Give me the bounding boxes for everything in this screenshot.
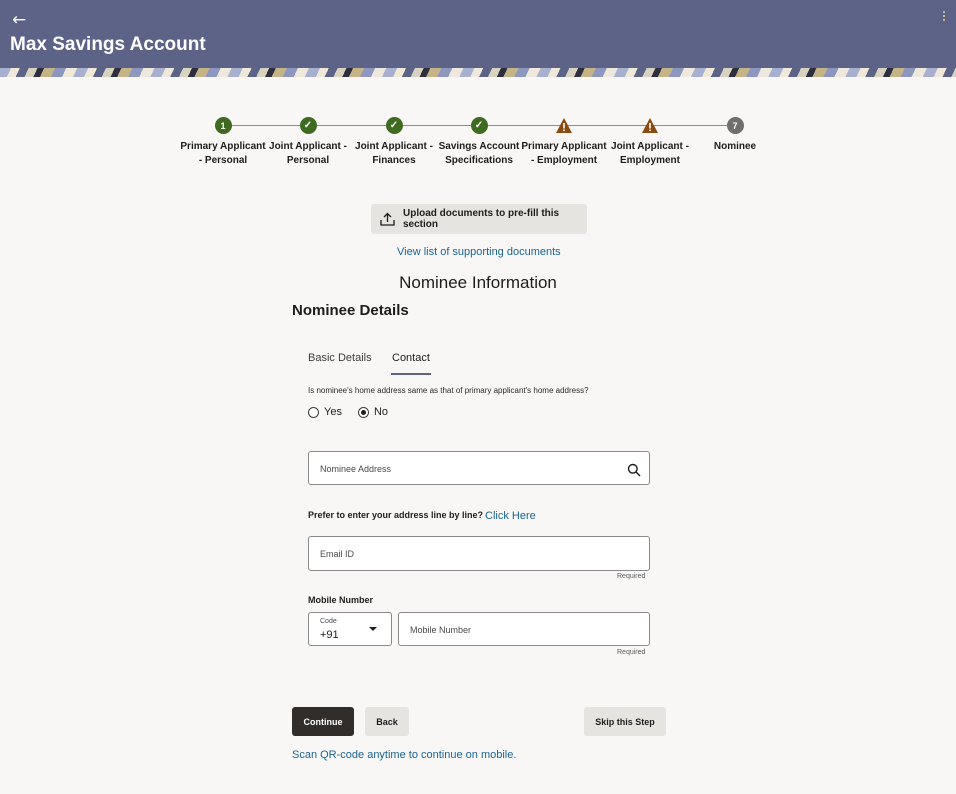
step-label: Primary Applicant - Personal <box>180 141 266 166</box>
section-subtitle: Nominee Details <box>292 302 409 319</box>
step-number-icon: 7 <box>726 117 744 134</box>
address-line-prompt: Prefer to enter your address line by lin… <box>308 510 484 520</box>
mobile-number-label: Mobile Number <box>308 595 374 605</box>
back-button[interactable]: Back <box>365 707 409 736</box>
check-icon: ✓ <box>299 117 317 134</box>
mobile-number-input[interactable]: Mobile Number <box>398 612 650 646</box>
step-label: Savings Account Specifications <box>438 141 520 166</box>
mobile-required-hint: Required <box>617 649 646 656</box>
warning-icon <box>641 117 659 134</box>
step-joint-personal[interactable]: ✓ Joint Applicant - Personal <box>263 116 353 168</box>
app-header: ← Max Savings Account <box>0 0 956 68</box>
upload-icon <box>380 212 395 226</box>
step-label: Joint Applicant - Employment <box>611 141 689 166</box>
step-primary-personal[interactable]: 1 Primary Applicant - Personal <box>178 116 268 168</box>
email-required-hint: Required <box>617 573 646 580</box>
click-here-link[interactable]: Click Here <box>485 510 536 522</box>
caret-down-icon <box>369 627 377 631</box>
radio-no-label: No <box>373 406 389 418</box>
back-arrow-icon[interactable]: ← <box>12 10 26 30</box>
section-title: Nominee Information <box>399 273 557 292</box>
radio-checked-icon <box>357 406 369 418</box>
step-nominee[interactable]: 7 Nominee <box>690 116 780 154</box>
nominee-address-input[interactable]: Nominee Address <box>308 451 650 485</box>
radio-yes-label: Yes <box>324 406 342 418</box>
radio-yes[interactable]: Yes <box>308 406 342 418</box>
warning-icon <box>555 117 573 134</box>
active-tab-indicator <box>391 373 431 375</box>
radio-no[interactable]: No <box>357 406 389 418</box>
nominee-address-placeholder: Nominee Address <box>320 464 392 474</box>
decorative-banner <box>0 68 956 77</box>
upload-label: Upload documents to pre-fill this sectio… <box>403 208 560 230</box>
step-label: Primary Applicant - Employment <box>521 141 607 166</box>
tab-basic-details[interactable]: Basic Details <box>308 352 372 364</box>
supporting-documents-link[interactable]: View list of supporting documents <box>397 246 561 258</box>
code-value: +91 <box>320 629 339 641</box>
address-same-question: Is nominee's home address same as that o… <box>308 386 589 395</box>
step-label: Joint Applicant - Personal <box>269 141 347 166</box>
search-icon[interactable] <box>627 463 641 482</box>
more-options-icon[interactable] <box>941 11 947 25</box>
step-joint-finances[interactable]: ✓ Joint Applicant - Finances <box>349 116 439 168</box>
tab-contact[interactable]: Contact <box>392 352 430 364</box>
check-icon: ✓ <box>470 117 488 134</box>
radio-unchecked-icon <box>308 406 319 418</box>
step-joint-employment[interactable]: Joint Applicant - Employment <box>605 116 695 168</box>
address-same-radio-group: Yes No <box>308 406 388 418</box>
step-label: Nominee <box>713 141 757 152</box>
page-title: Max Savings Account <box>10 34 206 55</box>
step-label: Joint Applicant - Finances <box>355 141 433 166</box>
check-icon: ✓ <box>385 117 403 134</box>
country-code-select[interactable]: Code +91 <box>308 612 392 646</box>
step-savings-specifications[interactable]: ✓ Savings Account Specifications <box>434 116 524 168</box>
progress-stepper: 1 Primary Applicant - Personal ✓ Joint A… <box>180 116 780 188</box>
email-placeholder: Email ID <box>320 549 355 559</box>
code-label: Code <box>320 618 337 625</box>
step-number-icon: 1 <box>214 117 232 134</box>
qr-code-link[interactable]: Scan QR-code anytime to continue on mobi… <box>292 749 516 761</box>
skip-step-button[interactable]: Skip this Step <box>584 707 666 736</box>
step-primary-employment[interactable]: Primary Applicant - Employment <box>519 116 609 168</box>
mobile-number-placeholder: Mobile Number <box>410 625 472 635</box>
upload-documents-button[interactable]: Upload documents to pre-fill this sectio… <box>371 204 587 234</box>
email-input[interactable]: Email ID <box>308 536 650 571</box>
continue-button[interactable]: Continue <box>292 707 354 736</box>
